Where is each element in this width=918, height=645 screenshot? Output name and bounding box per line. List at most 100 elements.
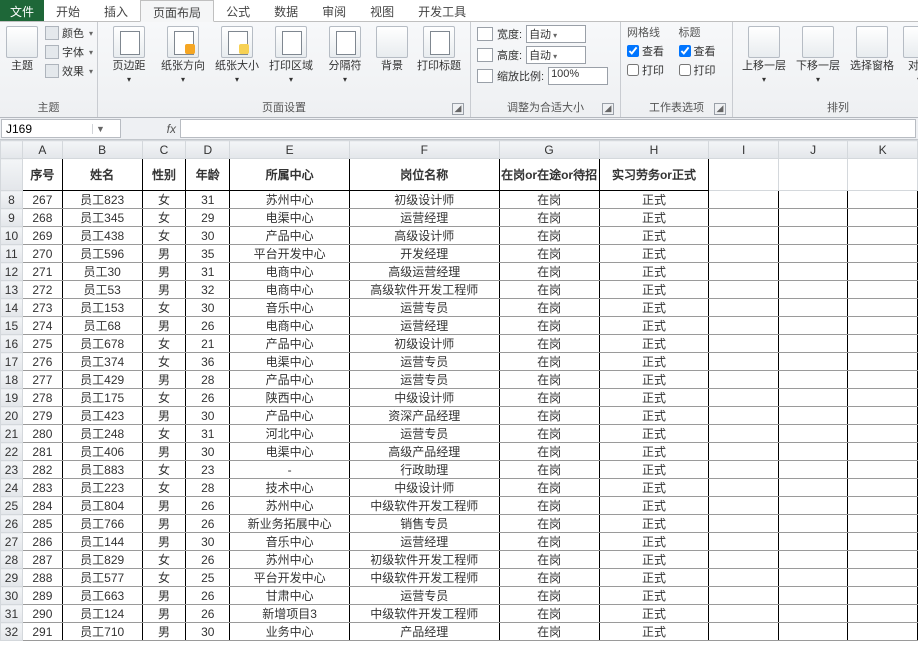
cell[interactable]	[709, 605, 778, 623]
cell[interactable]: 282	[22, 461, 62, 479]
cell[interactable]: 男	[142, 605, 186, 623]
cell[interactable]: 274	[22, 317, 62, 335]
cell[interactable]: 21	[186, 335, 230, 353]
cell[interactable]	[848, 425, 918, 443]
cell[interactable]: 女	[142, 227, 186, 245]
cell[interactable]: 30	[186, 407, 230, 425]
row-header[interactable]: 9	[1, 209, 23, 227]
themes-button[interactable]: 主题	[6, 24, 38, 74]
col-header-A[interactable]: A	[22, 141, 62, 159]
cell[interactable]	[778, 551, 848, 569]
cell[interactable]: 音乐中心	[230, 533, 350, 551]
cell[interactable]	[848, 227, 918, 245]
row-header[interactable]: 11	[1, 245, 23, 263]
scale-height-select[interactable]: 自动	[526, 46, 586, 64]
cell[interactable]	[709, 515, 778, 533]
cell[interactable]: 男	[142, 263, 186, 281]
headings-print-check[interactable]: 打印	[679, 61, 727, 79]
cell[interactable]: 正式	[599, 623, 709, 641]
cell[interactable]: 在岗	[499, 605, 599, 623]
cell[interactable]: 在岗	[499, 461, 599, 479]
gridlines-print-check[interactable]: 打印	[627, 61, 675, 79]
cell[interactable]: 员工710	[62, 623, 142, 641]
row-header[interactable]: 25	[1, 497, 23, 515]
cell[interactable]	[848, 605, 918, 623]
cell[interactable]	[848, 263, 918, 281]
cell[interactable]: 30	[186, 299, 230, 317]
col-header-F[interactable]: F	[349, 141, 499, 159]
cell[interactable]	[848, 479, 918, 497]
name-box-input[interactable]	[2, 122, 92, 136]
cell[interactable]: 32	[186, 281, 230, 299]
table-header-cell[interactable]: 性别	[142, 159, 186, 191]
table-header-cell[interactable]: 所属中心	[230, 159, 350, 191]
cell[interactable]: 正式	[599, 245, 709, 263]
cell[interactable]: 正式	[599, 191, 709, 209]
tab-公式[interactable]: 公式	[214, 0, 262, 21]
row-header[interactable]: 31	[1, 605, 23, 623]
cell[interactable]	[709, 623, 778, 641]
cell[interactable]	[778, 587, 848, 605]
row-header[interactable]: 8	[1, 191, 23, 209]
cell[interactable]: 女	[142, 461, 186, 479]
cell[interactable]: 正式	[599, 605, 709, 623]
cell[interactable]: 男	[142, 587, 186, 605]
cell[interactable]: 甘肃中心	[230, 587, 350, 605]
cell[interactable]	[709, 479, 778, 497]
cell[interactable]	[709, 443, 778, 461]
tab-开发工具[interactable]: 开发工具	[406, 0, 478, 21]
cell[interactable]: 28	[186, 479, 230, 497]
cell[interactable]: 在岗	[499, 353, 599, 371]
cell[interactable]: 在岗	[499, 623, 599, 641]
cell[interactable]: 运营经理	[349, 317, 499, 335]
cell[interactable]	[778, 497, 848, 515]
cell[interactable]	[778, 227, 848, 245]
cell[interactable]: 苏州中心	[230, 551, 350, 569]
cell[interactable]: 初级设计师	[349, 335, 499, 353]
cell[interactable]	[848, 587, 918, 605]
cell[interactable]	[709, 335, 778, 353]
cell[interactable]: 运营专员	[349, 587, 499, 605]
cell[interactable]: 在岗	[499, 389, 599, 407]
orientation-button[interactable]: 纸张方向▾	[158, 24, 208, 88]
row-header[interactable]: 28	[1, 551, 23, 569]
cell[interactable]	[778, 569, 848, 587]
row-header[interactable]: 32	[1, 623, 23, 641]
cell[interactable]	[709, 551, 778, 569]
cell[interactable]: 行政助理	[349, 461, 499, 479]
cell[interactable]: 员工766	[62, 515, 142, 533]
cell[interactable]: 电渠中心	[230, 443, 350, 461]
cell[interactable]: 正式	[599, 371, 709, 389]
cell[interactable]	[709, 407, 778, 425]
cell[interactable]: 277	[22, 371, 62, 389]
cell[interactable]: 35	[186, 245, 230, 263]
cell[interactable]: 员工678	[62, 335, 142, 353]
cell[interactable]: 女	[142, 425, 186, 443]
row-header[interactable]: 22	[1, 443, 23, 461]
select-all-corner[interactable]	[1, 141, 23, 159]
cell[interactable]: 正式	[599, 353, 709, 371]
cell[interactable]: 在岗	[499, 479, 599, 497]
cell[interactable]	[778, 623, 848, 641]
cell[interactable]: 275	[22, 335, 62, 353]
cell[interactable]	[848, 191, 918, 209]
cell[interactable]: 284	[22, 497, 62, 515]
scale-width-select[interactable]: 自动	[526, 25, 586, 43]
tab-插入[interactable]: 插入	[92, 0, 140, 21]
cell[interactable]: -	[230, 461, 350, 479]
cell[interactable]: 平台开发中心	[230, 569, 350, 587]
cell[interactable]: 员工223	[62, 479, 142, 497]
cell[interactable]	[709, 317, 778, 335]
cell[interactable]: 在岗	[499, 587, 599, 605]
cell[interactable]	[778, 533, 848, 551]
cell[interactable]	[848, 407, 918, 425]
cell[interactable]	[709, 533, 778, 551]
cell[interactable]: 初级软件开发工程师	[349, 551, 499, 569]
cell[interactable]	[709, 371, 778, 389]
tab-开始[interactable]: 开始	[44, 0, 92, 21]
cell[interactable]: 员工406	[62, 443, 142, 461]
cell[interactable]: 26	[186, 497, 230, 515]
table-header-cell[interactable]: 在岗or在途or待招	[499, 159, 599, 191]
theme-colors[interactable]: 颜色	[42, 24, 96, 42]
cell[interactable]: 开发经理	[349, 245, 499, 263]
